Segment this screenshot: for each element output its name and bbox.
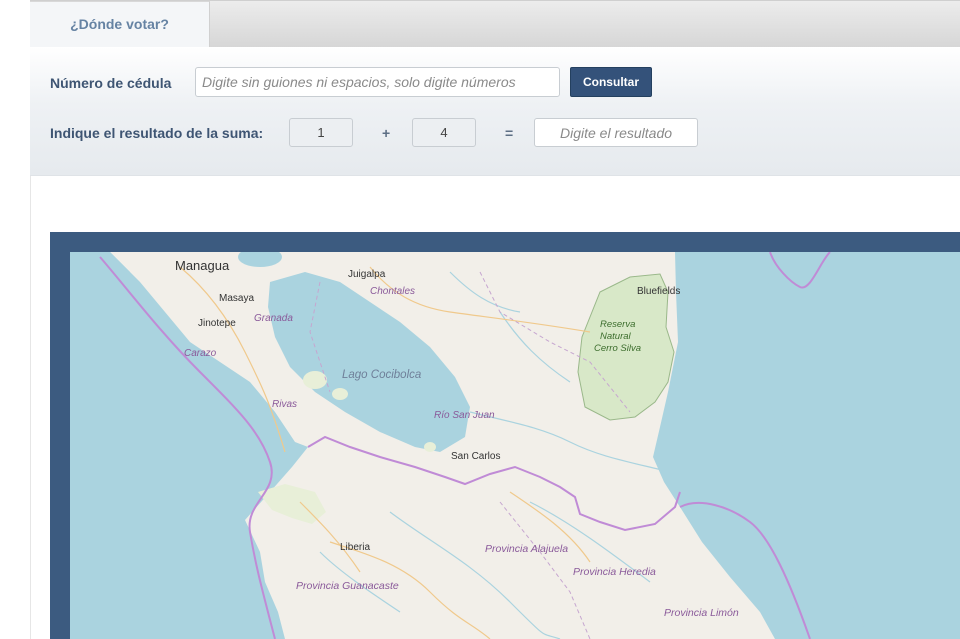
label-masaya: Masaya bbox=[219, 293, 254, 304]
tab-donde-votar[interactable]: ¿Dónde votar? bbox=[30, 1, 210, 48]
label-granada: Granada bbox=[254, 313, 293, 324]
search-panel: ¿Dónde votar? Número de cédula Consultar… bbox=[30, 0, 960, 176]
label-provincia-guanacaste: Provincia Guanacaste bbox=[296, 580, 399, 592]
label-bluefields: Bluefields bbox=[637, 286, 680, 297]
label-rio-san-juan: Río San Juan bbox=[434, 410, 495, 421]
label-jinotepe: Jinotepe bbox=[198, 318, 236, 329]
captcha-operand-a: 1 bbox=[289, 118, 353, 147]
label-lago-cocibolca: Lago Cocibolca bbox=[342, 369, 421, 381]
left-margin bbox=[0, 0, 31, 639]
label-rivas: Rivas bbox=[272, 399, 297, 410]
label-juigalpa: Juigalpa bbox=[348, 269, 386, 280]
captcha-result-input[interactable] bbox=[534, 118, 698, 147]
tab-bar: ¿Dónde votar? bbox=[30, 0, 960, 48]
label-carazo: Carazo bbox=[184, 348, 217, 359]
label-provincia-alajuela: Provincia Alajuela bbox=[485, 543, 568, 555]
label-provincia-limon: Provincia Limón bbox=[664, 607, 739, 619]
cedula-label: Número de cédula bbox=[50, 75, 172, 91]
label-liberia: Liberia bbox=[340, 542, 370, 553]
plus-sign: + bbox=[382, 125, 391, 141]
label-managua: Managua bbox=[175, 258, 230, 273]
consultar-button[interactable]: Consultar bbox=[570, 67, 652, 97]
form-area: Número de cédula Consultar Indique el re… bbox=[30, 47, 960, 175]
label-natural: Natural bbox=[600, 331, 632, 342]
cedula-input[interactable] bbox=[195, 67, 560, 97]
map-canvas[interactable]: Managua Juigalpa Chontales Bluefields Ma… bbox=[70, 252, 960, 639]
label-cerro-silva: Cerro Silva bbox=[594, 343, 641, 354]
equals-sign: = bbox=[505, 125, 514, 141]
label-chontales: Chontales bbox=[370, 286, 415, 297]
captcha-operand-b: 4 bbox=[412, 118, 476, 147]
map[interactable]: Managua Juigalpa Chontales Bluefields Ma… bbox=[70, 252, 960, 639]
label-provincia-heredia: Provincia Heredia bbox=[573, 566, 656, 578]
label-reserva: Reserva bbox=[600, 319, 635, 330]
label-san-carlos: San Carlos bbox=[451, 451, 500, 462]
captcha-label: Indique el resultado de la suma: bbox=[50, 125, 264, 141]
